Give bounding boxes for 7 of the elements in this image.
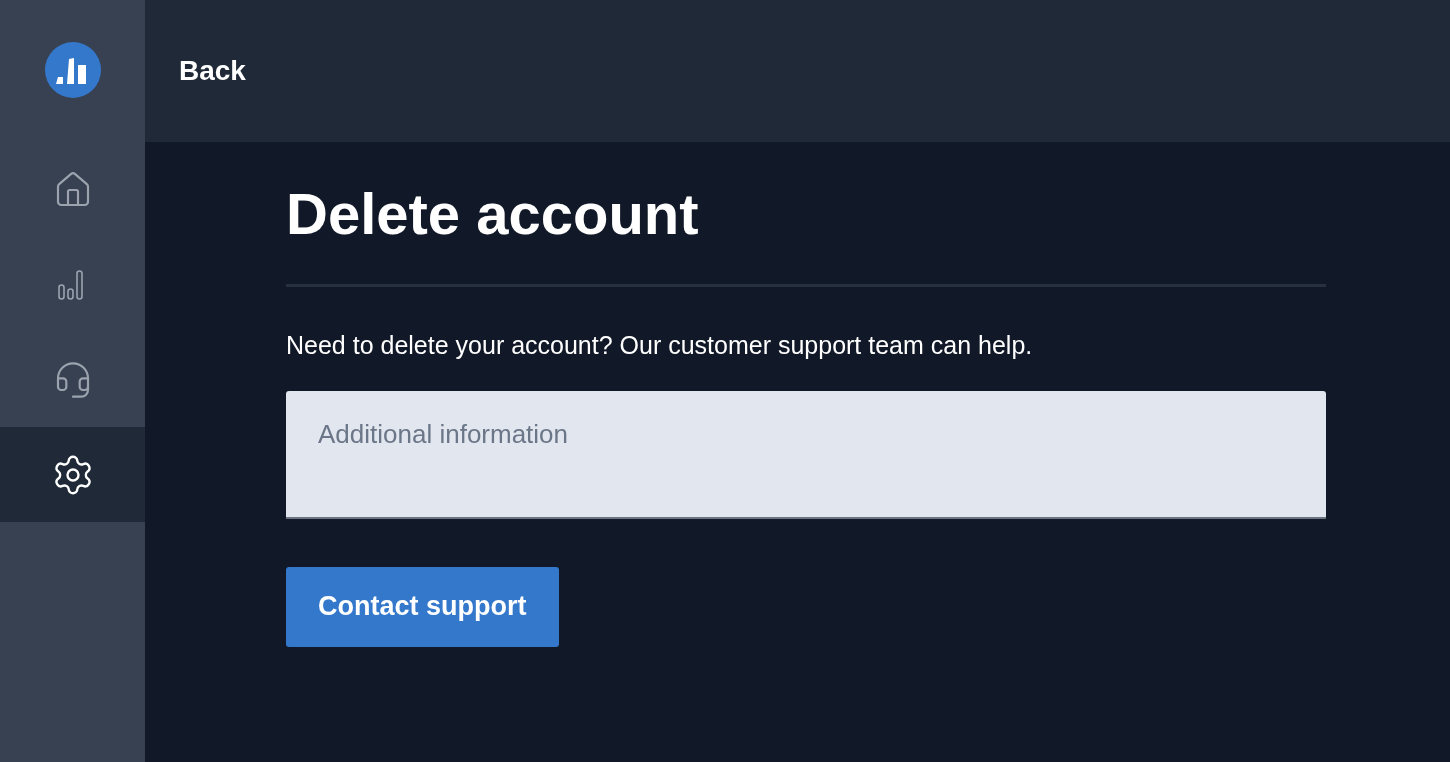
description: Need to delete your account? Our customer support team can help. (286, 330, 1034, 361)
logo-icon (44, 42, 101, 98)
back-link[interactable]: Back (179, 50, 246, 92)
additional-info-field[interactable]: Additional information (286, 390, 1326, 519)
sidebar-item[interactable] (0, 427, 145, 522)
page-title: Delete account (286, 180, 700, 248)
contact-support-button[interactable]: Contact support (286, 566, 559, 647)
